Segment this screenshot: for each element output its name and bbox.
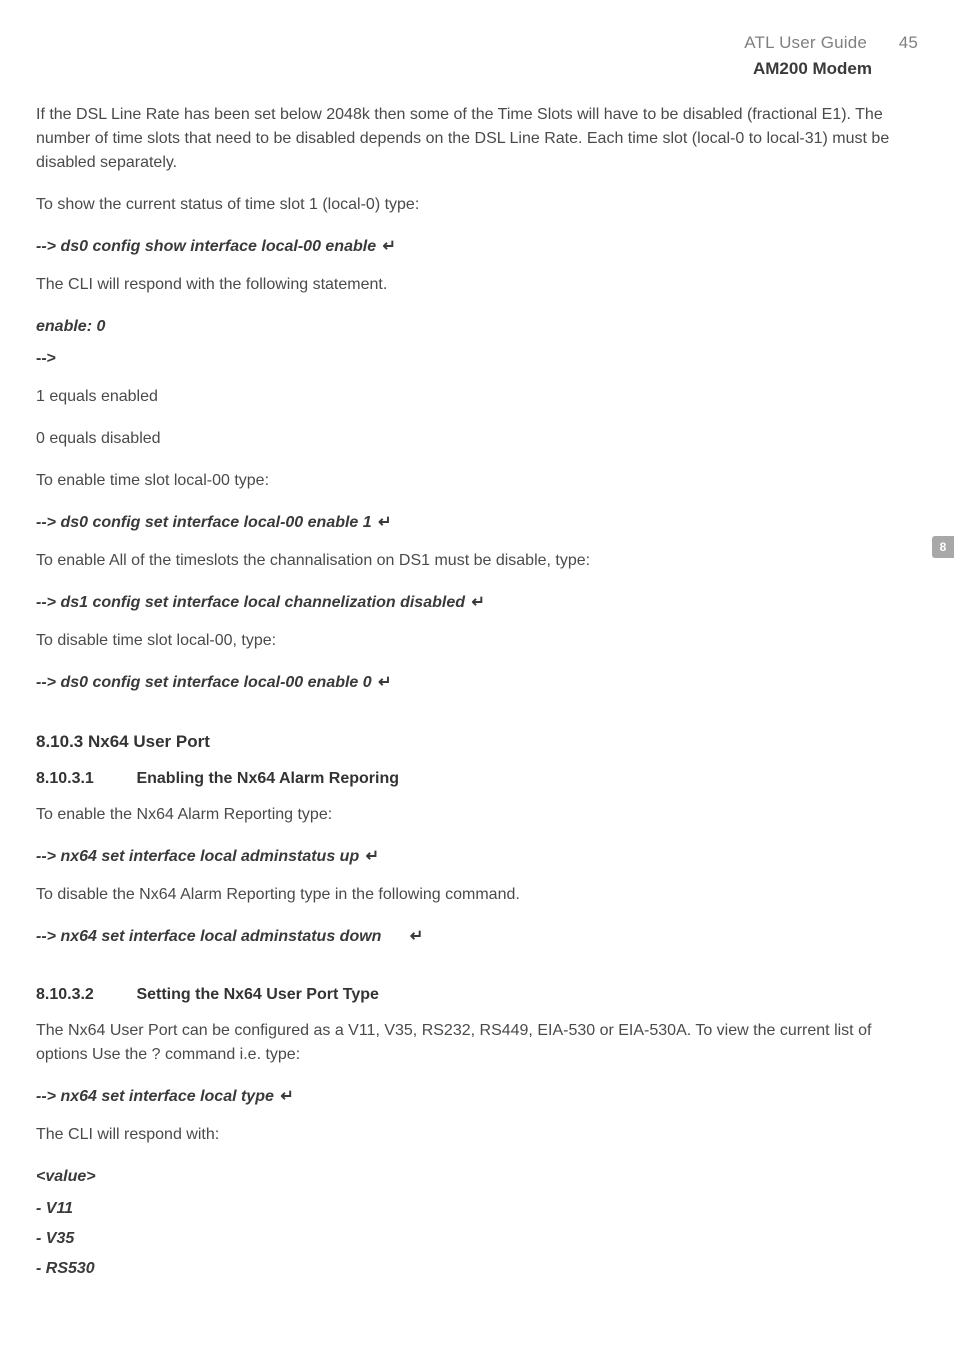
document-page: ATL User Guide 45 AM200 Modem If the DSL… <box>0 0 954 1351</box>
paragraph-1-enabled: 1 equals enabled <box>36 385 918 409</box>
heading-number: 8.10.3.2 <box>36 983 132 1007</box>
paragraph-disable-slot: To disable time slot local-00, type: <box>36 629 918 653</box>
enter-icon: ↵ <box>378 514 391 531</box>
header-page-number: 45 <box>872 30 918 56</box>
command-text: --> nx64 set interface local adminstatus… <box>36 928 381 945</box>
paragraph-port-config: The Nx64 User Port can be configured as … <box>36 1019 918 1067</box>
command-text: --> ds0 config set interface local-00 en… <box>36 514 372 531</box>
command-show-enable: --> ds0 config show interface local-00 e… <box>36 235 918 259</box>
enter-icon: ↵ <box>366 848 379 865</box>
page-header: ATL User Guide 45 AM200 Modem <box>36 30 918 81</box>
cli-prompt: --> <box>36 347 918 371</box>
heading-title: Setting the Nx64 User Port Type <box>136 986 378 1003</box>
value-list: - V11 - V35 - RS530 <box>36 1197 918 1281</box>
paragraph-enable-alarm: To enable the Nx64 Alarm Reporting type: <box>36 803 918 827</box>
enter-icon: ↵ <box>471 594 484 611</box>
command-adminstatus-down: --> nx64 set interface local adminstatus… <box>36 925 918 949</box>
command-text: --> ds0 config show interface local-00 e… <box>36 238 376 255</box>
value-option-rs530: - RS530 <box>36 1257 918 1281</box>
value-option-v11: - V11 <box>36 1197 918 1221</box>
command-set-enable-0: --> ds0 config set interface local-00 en… <box>36 671 918 695</box>
command-adminstatus-up: --> nx64 set interface local adminstatus… <box>36 845 918 869</box>
command-text: --> ds1 config set interface local chann… <box>36 594 465 611</box>
section-tab: 8 <box>932 536 954 558</box>
heading-enabling-alarm: 8.10.3.1 Enabling the Nx64 Alarm Reporin… <box>36 767 918 791</box>
heading-setting-port-type: 8.10.3.2 Setting the Nx64 User Port Type <box>36 983 918 1007</box>
paragraph-0-disabled: 0 equals disabled <box>36 427 918 451</box>
response-enable-0: enable: 0 <box>36 315 918 339</box>
command-channelization-disabled: --> ds1 config set interface local chann… <box>36 591 918 615</box>
enter-icon: ↵ <box>383 238 396 255</box>
value-option-v35: - V35 <box>36 1227 918 1251</box>
paragraph-cli-respond-2: The CLI will respond with: <box>36 1123 918 1147</box>
header-product-name: AM200 Modem <box>36 56 872 82</box>
paragraph-enable-slot: To enable time slot local-00 type: <box>36 469 918 493</box>
value-label: <value> <box>36 1165 918 1189</box>
header-guide-line: ATL User Guide 45 <box>36 30 918 56</box>
paragraph-cli-respond: The CLI will respond with the following … <box>36 273 918 297</box>
paragraph-intro: If the DSL Line Rate has been set below … <box>36 103 918 175</box>
heading-nx64-user-port: 8.10.3 Nx64 User Port <box>36 729 918 755</box>
enter-icon: ↵ <box>378 674 391 691</box>
command-text: --> nx64 set interface local type <box>36 1088 274 1105</box>
command-local-type: --> nx64 set interface local type ↵ <box>36 1085 918 1109</box>
enter-icon: ↵ <box>280 1088 293 1105</box>
command-set-enable-1: --> ds0 config set interface local-00 en… <box>36 511 918 535</box>
enter-icon: ↵ <box>410 928 423 945</box>
command-text: --> nx64 set interface local adminstatus… <box>36 848 359 865</box>
paragraph-show-status: To show the current status of time slot … <box>36 193 918 217</box>
heading-title: Enabling the Nx64 Alarm Reporing <box>136 770 399 787</box>
header-guide-title: ATL User Guide <box>744 33 867 52</box>
paragraph-enable-all: To enable All of the timeslots the chann… <box>36 549 918 573</box>
command-text: --> ds0 config set interface local-00 en… <box>36 674 372 691</box>
paragraph-disable-alarm: To disable the Nx64 Alarm Reporting type… <box>36 883 918 907</box>
heading-number: 8.10.3.1 <box>36 767 132 791</box>
